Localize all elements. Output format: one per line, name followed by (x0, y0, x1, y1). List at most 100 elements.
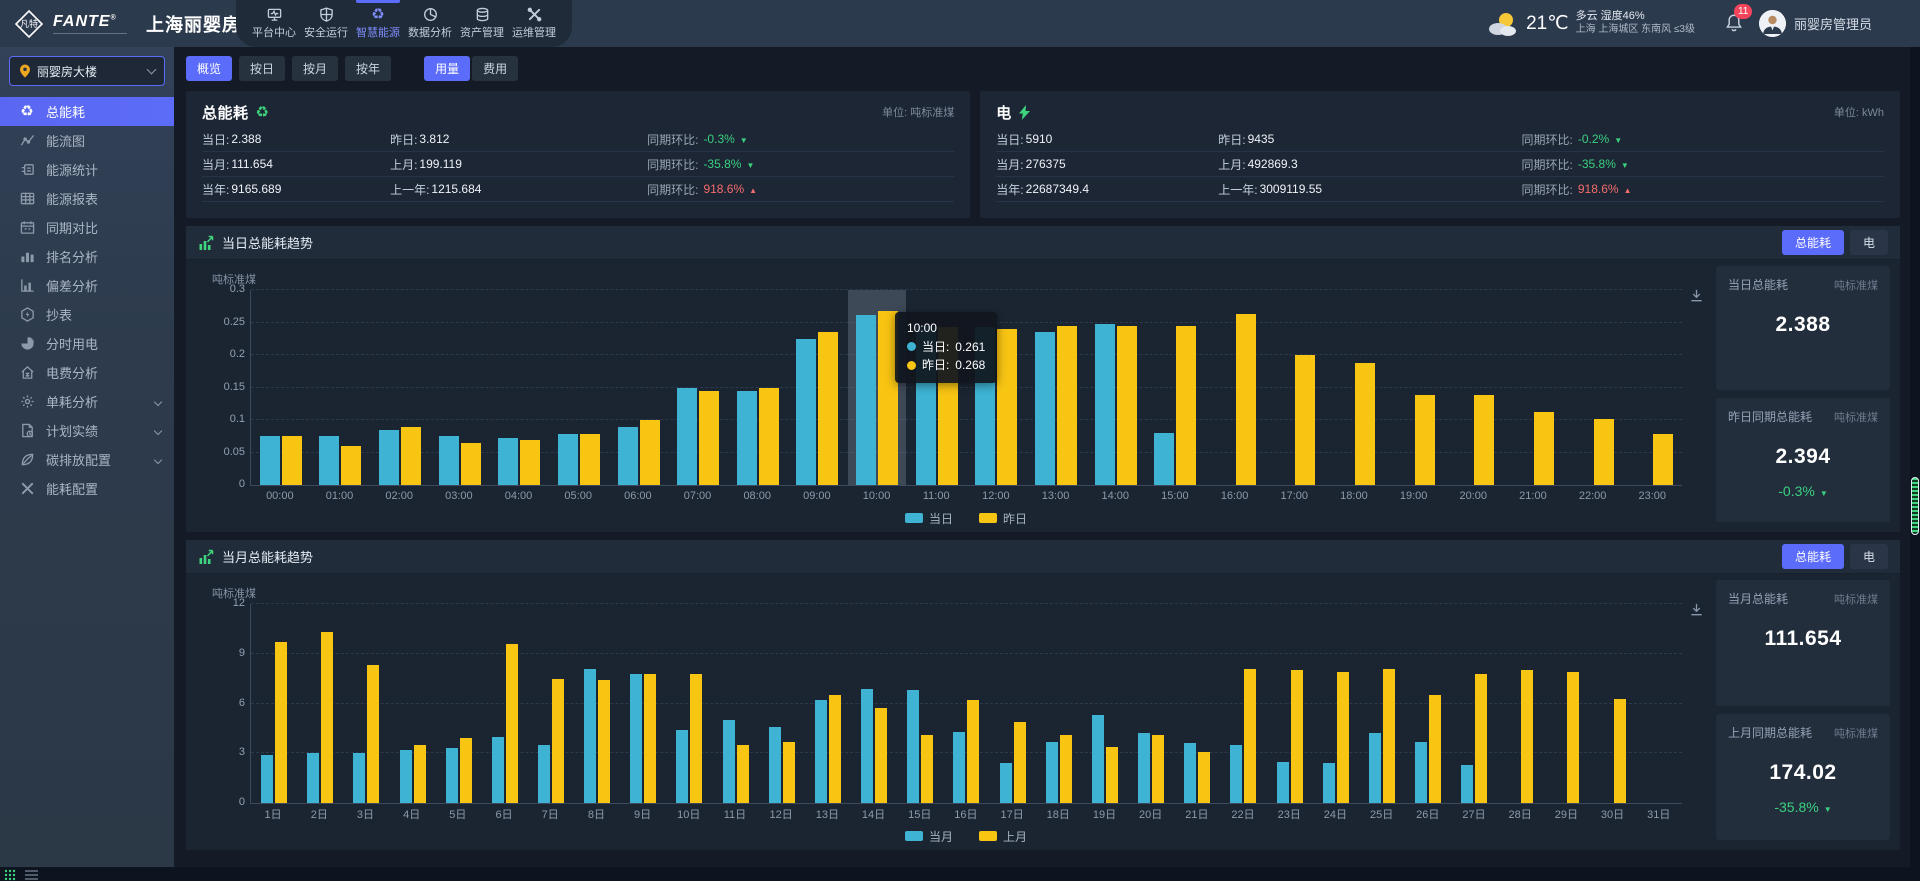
user-menu[interactable]: 丽婴房管理员 (1759, 10, 1872, 37)
bar-当月-26日[interactable] (1415, 742, 1427, 803)
nav-data-analysis[interactable]: 数据分析 (404, 0, 456, 47)
nav-ops-management[interactable]: 运维管理 (508, 0, 560, 47)
bar-当月-14日[interactable] (861, 689, 873, 803)
bar-昨日-14:00[interactable] (1117, 326, 1137, 485)
bar-昨日-09:00[interactable] (818, 332, 838, 485)
vertical-scrollbar-track[interactable] (1910, 47, 1920, 868)
bar-当日-05:00[interactable] (558, 434, 578, 485)
bar-当日-01:00[interactable] (319, 436, 339, 485)
bar-group-23:00[interactable] (1622, 290, 1682, 485)
bar-当日-13:00[interactable] (1035, 332, 1055, 485)
bar-当月-10日[interactable] (676, 730, 688, 803)
bar-当月-24日[interactable] (1323, 763, 1335, 803)
sidebar-item-period-compare[interactable]: 同期对比 (0, 213, 174, 242)
bar-昨日-19:00[interactable] (1415, 395, 1435, 485)
bar-上月-26日[interactable] (1429, 695, 1441, 803)
tab-by-month[interactable]: 按月 (292, 56, 338, 81)
bar-group-16:00[interactable] (1205, 290, 1265, 485)
nav-smart-energy[interactable]: ♻ 智慧能源 (352, 0, 404, 47)
bar-group-00:00[interactable] (251, 290, 311, 485)
bar-group-14:00[interactable] (1086, 290, 1146, 485)
bar-当月-6日[interactable] (492, 737, 504, 803)
bar-group-13日[interactable] (805, 604, 851, 803)
bar-group-17日[interactable] (990, 604, 1036, 803)
bar-group-17:00[interactable] (1265, 290, 1325, 485)
bar-group-24日[interactable] (1313, 604, 1359, 803)
bar-group-16日[interactable] (943, 604, 989, 803)
bar-上月-24日[interactable] (1337, 672, 1349, 803)
sidebar-item-unit-consumption[interactable]: 单耗分析 (0, 387, 174, 416)
download-icon[interactable] (1689, 288, 1704, 306)
bar-昨日-23:00[interactable] (1653, 434, 1673, 485)
notifications-button[interactable]: 11 (1725, 13, 1743, 35)
bar-昨日-01:00[interactable] (341, 446, 361, 485)
tab-by-year[interactable]: 按年 (345, 56, 391, 81)
bar-group-22日[interactable] (1220, 604, 1266, 803)
bar-当日-09:00[interactable] (796, 339, 816, 485)
sidebar-item-total-energy[interactable]: ♻ 总能耗 (0, 97, 174, 126)
bar-上月-9日[interactable] (644, 674, 656, 803)
bar-当日-07:00[interactable] (677, 388, 697, 486)
bar-当月-2日[interactable] (307, 753, 319, 803)
bar-当日-03:00[interactable] (439, 436, 459, 485)
bar-昨日-06:00[interactable] (640, 420, 660, 485)
bar-上月-19日[interactable] (1106, 747, 1118, 803)
bar-上月-17日[interactable] (1014, 722, 1026, 803)
tab-overview[interactable]: 概览 (186, 56, 232, 81)
bar-上月-30日[interactable] (1614, 699, 1626, 803)
bar-昨日-07:00[interactable] (699, 391, 719, 485)
bar-group-27日[interactable] (1451, 604, 1497, 803)
bar-当日-15:00[interactable] (1154, 433, 1174, 485)
bar-当月-22日[interactable] (1230, 745, 1242, 803)
bar-上月-3日[interactable] (367, 665, 379, 803)
bar-上月-29日[interactable] (1567, 672, 1579, 803)
bar-当月-23日[interactable] (1277, 762, 1289, 803)
tab-cost[interactable]: 费用 (472, 56, 518, 81)
bar-group-19日[interactable] (1082, 604, 1128, 803)
bar-group-2日[interactable] (297, 604, 343, 803)
sidebar-item-meter-reading[interactable]: 抄表 (0, 300, 174, 329)
legend-当月[interactable]: 当月 (905, 828, 953, 845)
sidebar-item-ranking[interactable]: 排名分析 (0, 242, 174, 271)
bar-上月-8日[interactable] (598, 680, 610, 803)
bar-group-22:00[interactable] (1563, 290, 1623, 485)
bar-group-30日[interactable] (1590, 604, 1636, 803)
bar-group-02:00[interactable] (370, 290, 430, 485)
bar-上月-14日[interactable] (875, 708, 887, 803)
bar-group-05:00[interactable] (549, 290, 609, 485)
bar-上月-1日[interactable] (275, 642, 287, 803)
sidebar-item-energy-config[interactable]: 能耗配置 (0, 474, 174, 503)
bar-group-25日[interactable] (1359, 604, 1405, 803)
bar-当月-4日[interactable] (400, 750, 412, 803)
bar-group-15日[interactable] (897, 604, 943, 803)
tab-by-day[interactable]: 按日 (239, 56, 285, 81)
bar-昨日-16:00[interactable] (1236, 314, 1256, 485)
bar-上月-15日[interactable] (921, 735, 933, 803)
bar-昨日-15:00[interactable] (1176, 326, 1196, 485)
bar-group-19:00[interactable] (1384, 290, 1444, 485)
bar-group-08:00[interactable] (728, 290, 788, 485)
bar-昨日-04:00[interactable] (520, 440, 540, 486)
bar-当月-16日[interactable] (953, 732, 965, 803)
bar-group-07:00[interactable] (668, 290, 728, 485)
bar-当月-18日[interactable] (1046, 742, 1058, 803)
bar-group-18日[interactable] (1036, 604, 1082, 803)
legend-昨日[interactable]: 昨日 (979, 510, 1027, 527)
bar-group-21日[interactable] (1174, 604, 1220, 803)
bar-昨日-20:00[interactable] (1474, 395, 1494, 485)
bar-group-9日[interactable] (620, 604, 666, 803)
dots-grid-icon[interactable] (4, 869, 16, 881)
bar-group-12日[interactable] (759, 604, 805, 803)
bar-group-11日[interactable] (713, 604, 759, 803)
sidebar-item-energy-report[interactable]: 能源报表 (0, 184, 174, 213)
bar-group-15:00[interactable] (1145, 290, 1205, 485)
bar-上月-22日[interactable] (1244, 669, 1256, 803)
bar-上月-4日[interactable] (414, 745, 426, 803)
bar-上月-7日[interactable] (552, 679, 564, 803)
bar-group-18:00[interactable] (1324, 290, 1384, 485)
bar-group-5日[interactable] (436, 604, 482, 803)
bar-昨日-12:00[interactable] (997, 329, 1017, 485)
bar-上月-12日[interactable] (783, 742, 795, 803)
bar-当月-11日[interactable] (723, 720, 735, 803)
bar-当日-14:00[interactable] (1095, 324, 1115, 485)
